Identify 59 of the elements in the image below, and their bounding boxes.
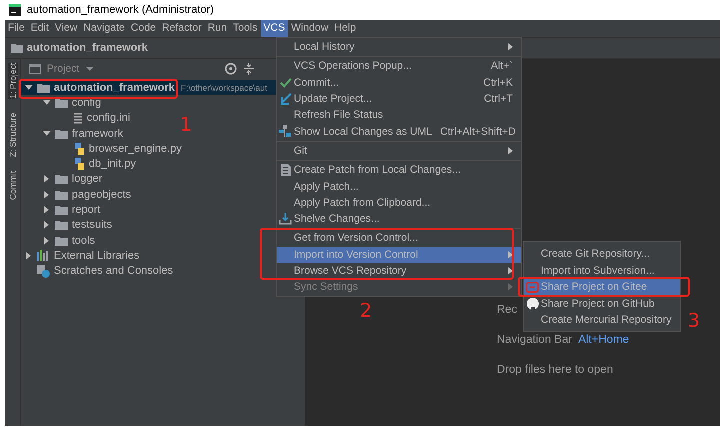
menu-item[interactable]: Navigate — [80, 20, 128, 37]
shortcut-text: Ctrl+T — [484, 93, 513, 106]
menu-item[interactable]: Shelve Changes... — [294, 213, 380, 226]
shortcut-text: Ctrl+K — [484, 76, 513, 89]
tool-window-tab[interactable]: Commit — [8, 171, 18, 201]
menu-item[interactable]: Code — [128, 20, 160, 37]
tree-item[interactable]: framework — [72, 128, 124, 140]
tree-item[interactable]: tools — [72, 234, 96, 247]
menu-item[interactable]: Update Project... — [294, 93, 372, 106]
menu-item[interactable]: Run — [204, 20, 230, 37]
hint-text: Rec — [497, 304, 518, 316]
tree-item[interactable]: pageobjects — [72, 188, 132, 201]
panel-title[interactable]: Project — [47, 63, 80, 75]
tool-window-tab[interactable]: 1: Project — [8, 63, 18, 99]
menu-item[interactable]: Tools — [230, 20, 261, 37]
menu-item[interactable]: Create Patch from Local Changes... — [294, 164, 461, 176]
tree-item[interactable]: db_init.py — [89, 158, 136, 170]
menu-item[interactable]: Refresh File Status — [294, 109, 384, 122]
menu-item[interactable]: Help — [332, 20, 360, 37]
menu-item[interactable]: Create Git Repository... — [524, 246, 680, 262]
tree-item[interactable]: config.ini — [87, 112, 130, 124]
shortcut-text: Alt+` — [491, 60, 513, 72]
menu-item[interactable]: View — [52, 20, 81, 37]
menu-item[interactable]: Window — [288, 20, 332, 37]
tree-item[interactable]: browser_engine.py — [89, 142, 182, 155]
menu-item[interactable]: Apply Patch... — [294, 180, 359, 193]
menu-item[interactable]: Create Mercurial Repository — [524, 312, 680, 328]
tree-item[interactable]: report — [72, 204, 101, 216]
annotation-number: 1 — [180, 114, 192, 136]
menu-item[interactable]: Git — [294, 144, 308, 157]
tree-item[interactable]: Scratches and Consoles — [54, 265, 174, 278]
project-path: F:\other\workspace\aut — [181, 82, 268, 93]
menu-item[interactable]: Get from Version Control... — [294, 232, 418, 244]
menu-item[interactable]: Show Local Changes as UML — [294, 126, 432, 138]
tree-item[interactable]: config — [72, 96, 102, 109]
tree-item[interactable]: logger — [72, 173, 103, 186]
shortcut-text: Ctrl+Alt+Shift+D — [440, 126, 516, 138]
menu-item[interactable]: Refactor — [159, 20, 205, 37]
menu-item[interactable]: Edit — [28, 20, 52, 37]
annotation-number: 3 — [688, 310, 700, 332]
menu-item[interactable]: Browse VCS Repository — [294, 265, 407, 277]
tree-item[interactable]: automation_framework — [54, 82, 176, 94]
hint-text: Navigation Bar — [497, 334, 572, 346]
menu-item[interactable]: Commit... — [294, 76, 339, 89]
shortcut-text: Alt+Home — [578, 334, 630, 346]
menu-item[interactable]: Apply Patch from Clipboard... — [294, 196, 431, 209]
menu-item[interactable]: Share Project on GitHub — [524, 296, 680, 312]
tree-item[interactable]: testsuits — [72, 219, 112, 232]
window-title: automation_framework (Administrator) — [27, 4, 214, 16]
breadcrumb[interactable]: automation_framework — [27, 42, 148, 54]
tree-item[interactable]: External Libraries — [54, 250, 140, 262]
menu-item[interactable]: Import into Subversion... — [524, 262, 680, 279]
tool-window-tab[interactable]: Z: Structure — [8, 112, 18, 158]
menu-item[interactable]: VCS — [260, 20, 288, 37]
menu-item[interactable]: Local History — [294, 41, 355, 54]
annotation-number: 2 — [360, 300, 372, 322]
menu-item[interactable]: VCS Operations Popup... — [294, 60, 412, 72]
menu-item[interactable]: File — [5, 20, 28, 37]
hint-text: Drop files here to open — [497, 364, 614, 376]
